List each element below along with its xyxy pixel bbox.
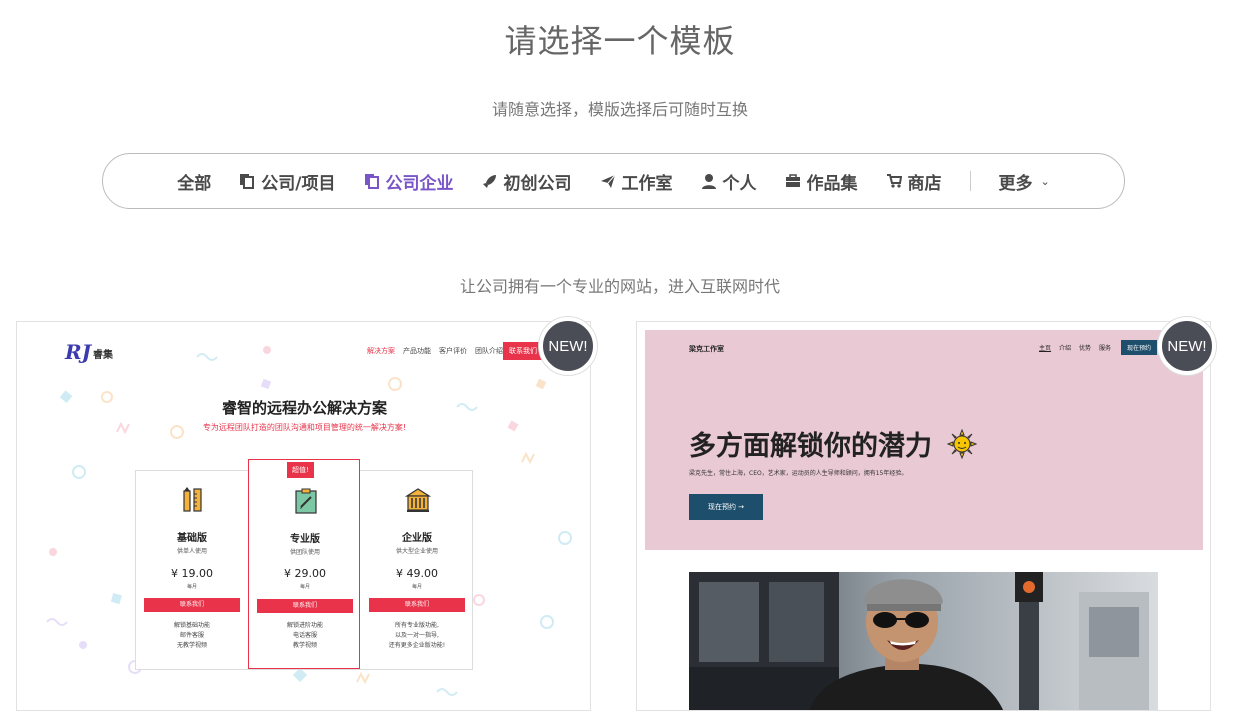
- filter-label: 个人: [722, 173, 757, 194]
- copy-icon: [364, 174, 379, 189]
- filter-label: 全部: [177, 173, 212, 194]
- plan-feature: 所有专业版功能,: [395, 622, 439, 629]
- new-badge: NEW!: [1158, 317, 1216, 375]
- plan-contact-button: 联系我们: [257, 599, 353, 613]
- plan-price: ¥ 19.00: [171, 567, 213, 580]
- briefcase-icon: [785, 174, 800, 187]
- sun-emoji-icon: [947, 428, 978, 460]
- plan-feature: 无教学视频: [176, 642, 207, 649]
- preview-hero-title-text: 多方面解锁你的潜力: [689, 431, 932, 462]
- cart-icon: [886, 174, 902, 188]
- template-card-coaching-studio[interactable]: 梁克工作室 主页 介绍 优势 服务 现在预约 多方面解锁你的潜力 梁克先生，常住…: [636, 321, 1211, 711]
- preview-hero-description: 梁克先生，常住上海，CEO，艺术家，运动员的人生导师和顾问，拥有15年经验。: [689, 470, 908, 477]
- preview-nav-item: 介绍: [1059, 345, 1072, 352]
- plan-note: 供单人使用: [176, 548, 207, 555]
- preview-nav-item: 优势: [1079, 345, 1092, 352]
- filter-label: 工作室: [621, 173, 673, 194]
- plan-name: 专业版: [290, 534, 320, 545]
- pricing-table: 基础版 供单人使用 ¥ 19.00 每月 联系我们 解锁基础功能 邮件客服 无教…: [135, 459, 473, 671]
- pricing-plan-pro: 超值! 专业版 供团队使用 ¥ 29.00 每月 联系我们 解锁进阶功能 电话客…: [248, 459, 360, 669]
- paper-plane-icon: [600, 174, 615, 188]
- plan-feature: 邮件客服: [179, 632, 204, 639]
- pricing-plan-basic: 基础版 供单人使用 ¥ 19.00 每月 联系我们 解锁基础功能 邮件客服 无教…: [136, 471, 248, 671]
- plan-feature: 解锁基础功能: [173, 622, 210, 629]
- filter-all[interactable]: 全部: [163, 169, 225, 194]
- filter-label: 公司/项目: [261, 173, 336, 194]
- filter-shop[interactable]: 商店: [872, 169, 956, 194]
- filter-company-project[interactable]: 公司/项目: [225, 169, 349, 194]
- preview-hero-subtitle: 专为远程团队打造的团队沟通和项目管理的统一解决方案!: [202, 423, 407, 432]
- user-icon: [701, 174, 716, 189]
- preview-hero-title: 多方面解锁你的潜力: [689, 424, 978, 463]
- preview-brand: 睿集: [93, 350, 113, 361]
- plan-feature: 还有更多企业版功能!: [388, 642, 446, 649]
- preview-nav-item: 解决方案: [367, 347, 395, 355]
- preview-nav-item: 客户评价: [439, 347, 467, 355]
- plan-period: 每月: [299, 584, 310, 590]
- filter-more-dropdown[interactable]: 更多 ⌄: [985, 169, 1064, 194]
- filter-divider: [969, 171, 971, 191]
- new-badge: NEW!: [539, 317, 597, 375]
- filter-startup[interactable]: 初创公司: [468, 169, 586, 194]
- plan-name: 企业版: [402, 533, 432, 544]
- preview-contact-button: 联系我们: [503, 342, 543, 360]
- page-subtitle: 请随意选择，模版选择后可随时互换: [491, 100, 748, 119]
- plan-contact-button: 联系我们: [369, 598, 465, 612]
- preview-book-button: 现在预约: [1121, 340, 1158, 355]
- preview-nav-item: 产品功能: [403, 347, 431, 355]
- plan-feature: 电话客服: [292, 632, 317, 639]
- plan-note: 供大型企业使用: [395, 548, 438, 555]
- plan-feature: 解锁进阶功能: [286, 622, 323, 629]
- preview-nav: 主页 介绍 优势 服务: [1039, 343, 1111, 352]
- filter-studio[interactable]: 工作室: [586, 169, 687, 194]
- filter-label: 更多: [998, 173, 1033, 194]
- plan-contact-button: 联系我们: [144, 598, 240, 612]
- ruler-pencil-icon: [183, 487, 202, 512]
- preview-photo: [689, 572, 1158, 710]
- pricing-plan-enterprise: 企业版 供大型企业使用 ¥ 49.00 每月 联系我们 所有专业版功能, 以及一…: [361, 471, 473, 671]
- plan-note: 供团队使用: [289, 549, 320, 556]
- clipboard-icon: [295, 488, 317, 514]
- street-portrait-illustration: [689, 572, 1158, 710]
- preview-hero-title: 睿智的远程办公解决方案: [221, 399, 387, 417]
- plan-name: 基础版: [177, 533, 207, 544]
- preview-logo: RJ: [65, 340, 92, 364]
- preview-nav-item: 服务: [1099, 345, 1112, 352]
- plan-period: 每月: [186, 584, 197, 590]
- filter-portfolio[interactable]: 作品集: [771, 169, 872, 194]
- section-description: 让公司拥有一个专业的网站，进入互联网时代: [459, 277, 780, 296]
- plan-feature: 以及一对一指导,: [395, 632, 439, 639]
- building-icon: [405, 488, 431, 512]
- category-filter-bar: 全部 公司/项目 公司企业 初创公司 工作室 个人 作品集 商店 更多 ⌄: [102, 153, 1125, 209]
- template-card-remote-office[interactable]: RJ 睿集 解决方案 产品功能 客户评价 团队介绍 联系我们 睿智的远程办公解决…: [16, 321, 591, 711]
- preview-nav-item: 团队介绍: [475, 347, 503, 355]
- preview-brand: 梁克工作室: [689, 345, 724, 353]
- filter-label: 商店: [907, 173, 942, 194]
- filter-company-enterprise[interactable]: 公司企业: [350, 169, 468, 194]
- plan-period: 每月: [411, 584, 422, 590]
- plan-feature: 教学视频: [292, 642, 317, 649]
- copy-icon: [240, 174, 255, 189]
- filter-personal[interactable]: 个人: [687, 169, 771, 194]
- filter-label: 公司企业: [385, 173, 454, 194]
- chevron-down-icon: ⌄: [1040, 174, 1050, 188]
- page-title: 请选择一个模板: [504, 22, 736, 60]
- rocket-icon: [482, 175, 496, 188]
- plan-price: ¥ 49.00: [396, 567, 438, 580]
- preview-cta-button: 现在预约 →: [689, 494, 763, 520]
- preview-nav: 解决方案 产品功能 客户评价 团队介绍: [367, 346, 503, 356]
- filter-label: 作品集: [806, 173, 858, 194]
- plan-price: ¥ 29.00: [284, 567, 326, 580]
- filter-label: 初创公司: [503, 173, 572, 194]
- preview-nav-item: 主页: [1039, 345, 1052, 352]
- featured-tag: 超值!: [287, 462, 314, 478]
